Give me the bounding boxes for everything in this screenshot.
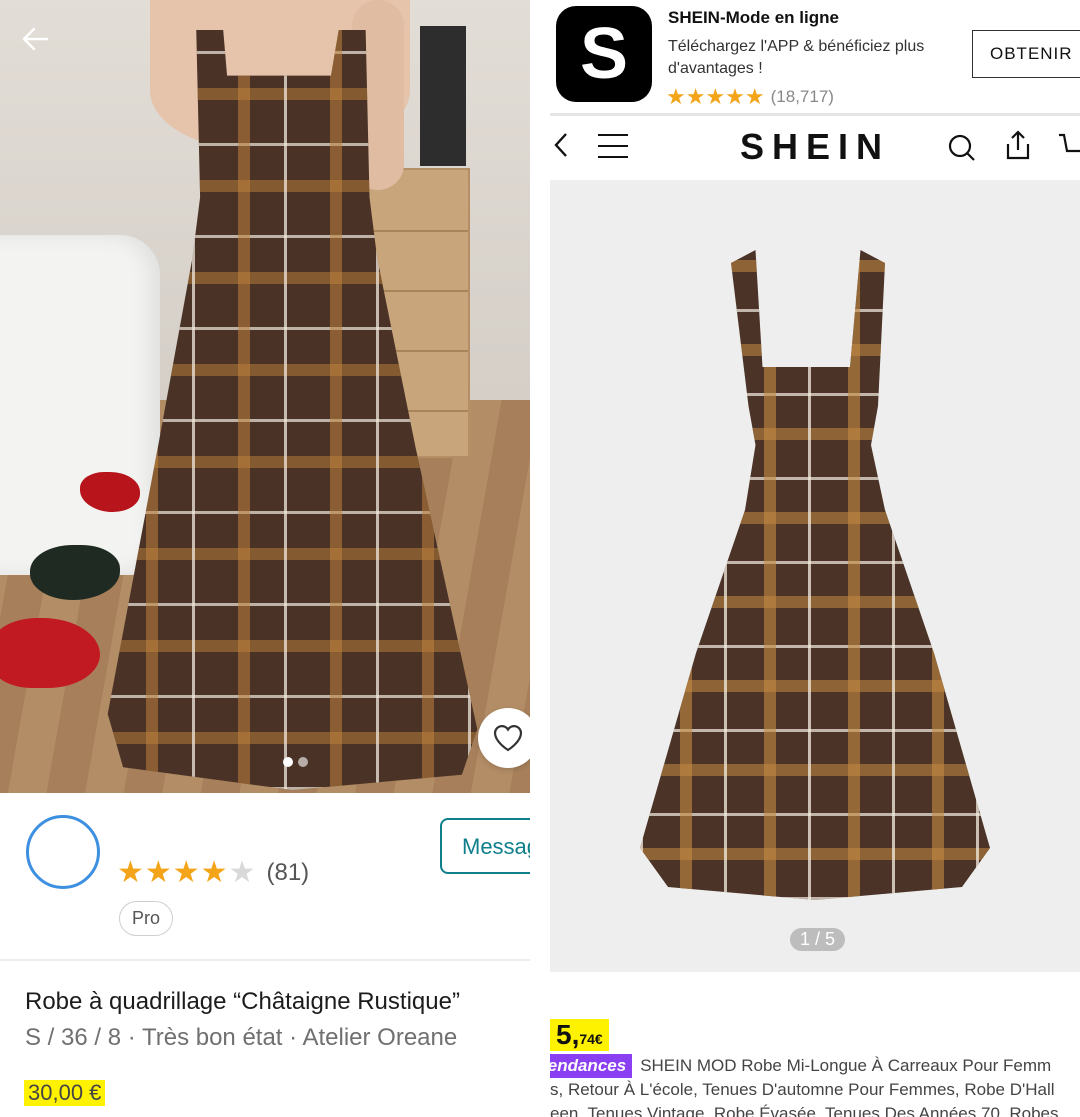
app-rating: ★★★★★ (18,717): [666, 84, 834, 110]
photo-bed: [0, 235, 160, 575]
seller-info: ★★★★★ (81) Pro Messag: [0, 793, 530, 961]
plaid-dress-product: [640, 250, 990, 900]
photo-pagination-dots: [283, 757, 308, 767]
chevron-left-icon[interactable]: [550, 128, 572, 170]
seller-avatar[interactable]: [26, 815, 100, 889]
item-details: S / 36 / 8 · Très bon état · Atelier Ore…: [25, 1024, 458, 1051]
trend-tag: Tendances: [550, 1054, 633, 1078]
item-price: 30,00 €: [24, 1080, 106, 1106]
price-cents: 74€: [579, 1031, 603, 1047]
pro-badge: Pro: [119, 901, 174, 936]
product-price: 5,74€: [550, 1019, 609, 1051]
product-image[interactable]: 1 / 5: [550, 180, 1080, 972]
rating-count: (81): [266, 858, 310, 886]
app-rating-count: (18,717): [770, 87, 834, 106]
app-name: SHEIN-Mode en ligne: [668, 8, 839, 27]
listing-panel-left: ★★★★★ (81) Pro Messag Robe à quadrillage…: [0, 0, 530, 1117]
cart-icon[interactable]: [1058, 132, 1080, 160]
shein-app-icon[interactable]: S: [556, 6, 652, 102]
description-line: SHEIN MOD Robe Mi-Longue À Carreaux Pour…: [640, 1056, 1052, 1075]
search-icon[interactable]: [948, 134, 975, 161]
share-icon[interactable]: [1005, 130, 1031, 160]
photo-tv: [420, 26, 466, 166]
item-photo[interactable]: [0, 0, 530, 793]
divider: [550, 113, 1080, 116]
description-line: s, Retour À L'école, Tenues D'automne Po…: [550, 1080, 1055, 1099]
menu-icon[interactable]: [598, 134, 628, 158]
product-description[interactable]: Tendances SHEIN MOD Robe Mi-Longue À Carr…: [550, 1054, 1080, 1117]
top-nav: SHEIN: [550, 118, 1080, 176]
pagination-dot-active: [283, 757, 293, 767]
item-title: Robe à quadrillage “Châtaigne Rustique”: [25, 988, 460, 1015]
image-counter: 1 / 5: [790, 928, 846, 951]
message-button[interactable]: Messag: [440, 818, 530, 874]
favorite-button[interactable]: [478, 708, 530, 768]
shein-logo[interactable]: SHEIN: [740, 126, 890, 168]
app-description: Téléchargez l'APP & bénéficiez plus d'av…: [668, 38, 925, 77]
back-arrow-icon[interactable]: [20, 24, 52, 56]
pagination-dot: [298, 757, 308, 767]
rating-stars: ★★★★★: [117, 856, 257, 889]
get-app-button[interactable]: OBTENIR: [972, 30, 1080, 78]
price-main: 5,: [556, 1019, 580, 1050]
heart-icon: [493, 725, 523, 752]
description-line: een, Tenues Vintage, Robe Évasée, Tenues…: [550, 1104, 1059, 1117]
seller-rating[interactable]: ★★★★★ (81): [117, 855, 309, 890]
app-rating-stars: ★★★★★: [666, 84, 765, 109]
shein-panel-right: S SHEIN-Mode en ligne Téléchargez l'APP …: [550, 0, 1080, 1117]
